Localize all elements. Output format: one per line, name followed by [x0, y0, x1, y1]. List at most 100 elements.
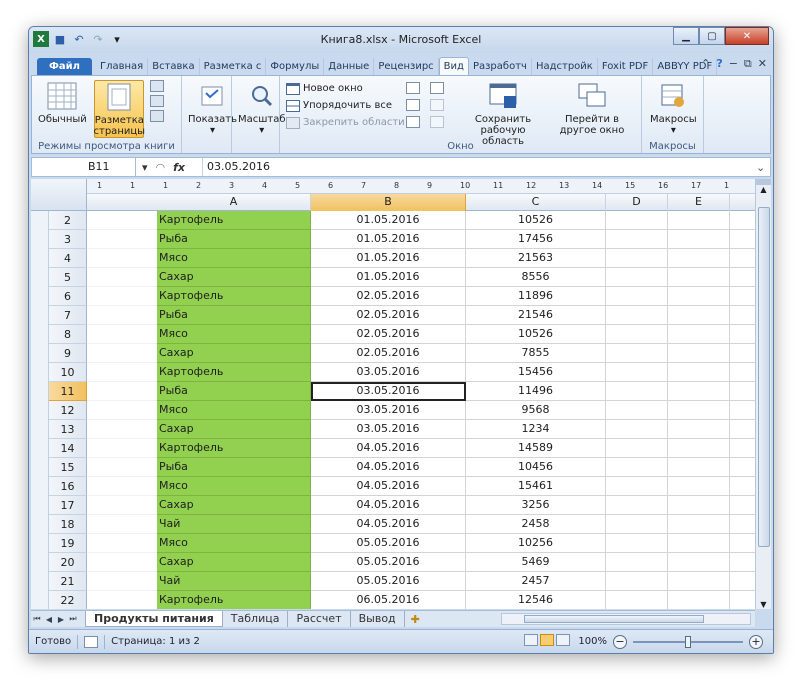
column-header-d[interactable]: D — [606, 194, 668, 211]
cell-date[interactable]: 04.05.2016 — [311, 496, 466, 515]
page-layout-view-button[interactable]: Разметка страницы — [94, 80, 145, 138]
cell-product[interactable]: Картофель — [157, 363, 311, 382]
row-header[interactable]: 15 — [49, 458, 87, 477]
switch-windows-button[interactable]: Перейти в другое окно — [550, 80, 634, 136]
row-header[interactable]: 18 — [49, 515, 87, 534]
cell-empty-f[interactable] — [730, 496, 755, 515]
cell-empty-f[interactable] — [730, 268, 755, 287]
row-header[interactable]: 9 — [49, 344, 87, 363]
vertical-scrollbar[interactable]: ▲ ▼ — [755, 179, 771, 609]
cell-empty-f[interactable] — [730, 401, 755, 420]
cell-amount[interactable]: 10456 — [466, 458, 606, 477]
column-header-b[interactable]: B — [311, 194, 466, 211]
cell-empty-e[interactable] — [668, 363, 730, 382]
cell-product[interactable]: Сахар — [157, 496, 311, 515]
select-all-corner[interactable] — [31, 179, 87, 211]
zoom-out-icon[interactable]: − — [613, 634, 627, 649]
cell-amount[interactable]: 10526 — [466, 325, 606, 344]
zoom-in-icon[interactable]: + — [749, 634, 763, 649]
arrange-all-button[interactable]: Упорядочить все — [286, 97, 413, 114]
show-button[interactable]: Показать ▾ — [188, 80, 237, 136]
cell-empty-f[interactable] — [730, 230, 755, 249]
sheet-tab-3[interactable]: Вывод — [351, 611, 405, 627]
cell-empty-d[interactable] — [606, 230, 668, 249]
freeze-panes-button[interactable]: Закрепить области▾ — [286, 114, 413, 131]
zoom-level[interactable]: 100% — [578, 636, 607, 647]
cell-product[interactable]: Сахар — [157, 553, 311, 572]
row-header[interactable]: 3 — [49, 230, 87, 249]
cell-date[interactable]: 04.05.2016 — [311, 439, 466, 458]
macros-button[interactable]: Макросы ▾ — [650, 80, 697, 136]
scroll-down-arrow[interactable]: ▼ — [756, 600, 771, 609]
cell-amount[interactable]: 12546 — [466, 591, 606, 609]
cell-empty-f[interactable] — [730, 515, 755, 534]
cell-empty-d[interactable] — [606, 344, 668, 363]
cell-product[interactable]: Рыба — [157, 458, 311, 477]
cell-product[interactable]: Картофель — [157, 211, 311, 230]
tab-10[interactable]: Foxit PDF — [598, 58, 654, 75]
prev-sheet-icon[interactable]: ◀ — [43, 615, 55, 624]
cell-amount[interactable]: 9568 — [466, 401, 606, 420]
cancel-entry-icon[interactable]: ◠ — [156, 161, 166, 174]
split-icon[interactable] — [406, 82, 420, 94]
cell-product[interactable]: Картофель — [157, 439, 311, 458]
save-workspace-button[interactable]: Сохранить рабочую область — [462, 80, 544, 147]
cell-product[interactable]: Мясо — [157, 249, 311, 268]
row-header[interactable]: 12 — [49, 401, 87, 420]
scroll-up-arrow[interactable]: ▲ — [756, 185, 771, 199]
page-layout-shortcut-icon[interactable] — [540, 634, 555, 646]
cell-amount[interactable]: 11896 — [466, 287, 606, 306]
cell-product[interactable]: Мясо — [157, 534, 311, 553]
row-header[interactable]: 14 — [49, 439, 87, 458]
row-header[interactable]: 7 — [49, 306, 87, 325]
cell-empty-f[interactable] — [730, 287, 755, 306]
column-header-e[interactable]: E — [668, 194, 730, 211]
cell-amount[interactable]: 17456 — [466, 230, 606, 249]
zoom-slider-thumb[interactable] — [685, 635, 691, 648]
cell-empty-d[interactable] — [606, 382, 668, 401]
tab-5[interactable]: Данные — [324, 58, 375, 75]
cell-product[interactable]: Рыба — [157, 306, 311, 325]
row-header[interactable]: 20 — [49, 553, 87, 572]
cell-empty-e[interactable] — [668, 496, 730, 515]
cell-empty-d[interactable] — [606, 553, 668, 572]
cell-empty-f[interactable] — [730, 439, 755, 458]
tab-2[interactable]: Вставка — [148, 58, 200, 75]
cell-date[interactable]: 01.05.2016 — [311, 249, 466, 268]
cell-date[interactable]: 02.05.2016 — [311, 344, 466, 363]
cell-date[interactable]: 05.05.2016 — [311, 534, 466, 553]
tab-3[interactable]: Разметка с — [200, 58, 267, 75]
vertical-scroll-thumb[interactable] — [758, 207, 770, 547]
cell-empty-d[interactable] — [606, 401, 668, 420]
cell-amount[interactable]: 15456 — [466, 363, 606, 382]
row-header[interactable]: 16 — [49, 477, 87, 496]
cell-empty-e[interactable] — [668, 572, 730, 591]
cell-empty-f[interactable] — [730, 591, 755, 609]
tab-9[interactable]: Надстройк — [532, 58, 598, 75]
macro-record-icon[interactable] — [84, 635, 99, 648]
cell-empty-d[interactable] — [606, 496, 668, 515]
cell-product[interactable]: Сахар — [157, 268, 311, 287]
cell-empty-e[interactable] — [668, 534, 730, 553]
cell-empty-e[interactable] — [668, 515, 730, 534]
cell-date[interactable]: 03.05.2016 — [311, 401, 466, 420]
zoom-button[interactable]: Масштаб ▾ — [238, 80, 286, 136]
cell-date[interactable]: 05.05.2016 — [311, 572, 466, 591]
tab-1[interactable]: Главная — [96, 58, 149, 75]
cell-empty-d[interactable] — [606, 572, 668, 591]
cell-amount[interactable]: 15461 — [466, 477, 606, 496]
cell-empty-f[interactable] — [730, 572, 755, 591]
cell-empty-e[interactable] — [668, 439, 730, 458]
cell-empty-f[interactable] — [730, 382, 755, 401]
row-header[interactable]: 13 — [49, 420, 87, 439]
tab-6[interactable]: Рецензирс — [374, 58, 439, 75]
cell-product[interactable]: Чай — [157, 572, 311, 591]
cell-product[interactable]: Сахар — [157, 344, 311, 363]
cell-date[interactable]: 01.05.2016 — [311, 268, 466, 287]
formula-input[interactable]: 03.05.2016 — [202, 158, 756, 176]
sync-scroll-icon[interactable] — [430, 99, 444, 111]
custom-views-icon[interactable] — [150, 95, 164, 107]
reset-position-icon[interactable] — [430, 116, 444, 128]
expand-formula-bar-icon[interactable]: ⌄ — [756, 161, 770, 174]
cell-empty-d[interactable] — [606, 439, 668, 458]
